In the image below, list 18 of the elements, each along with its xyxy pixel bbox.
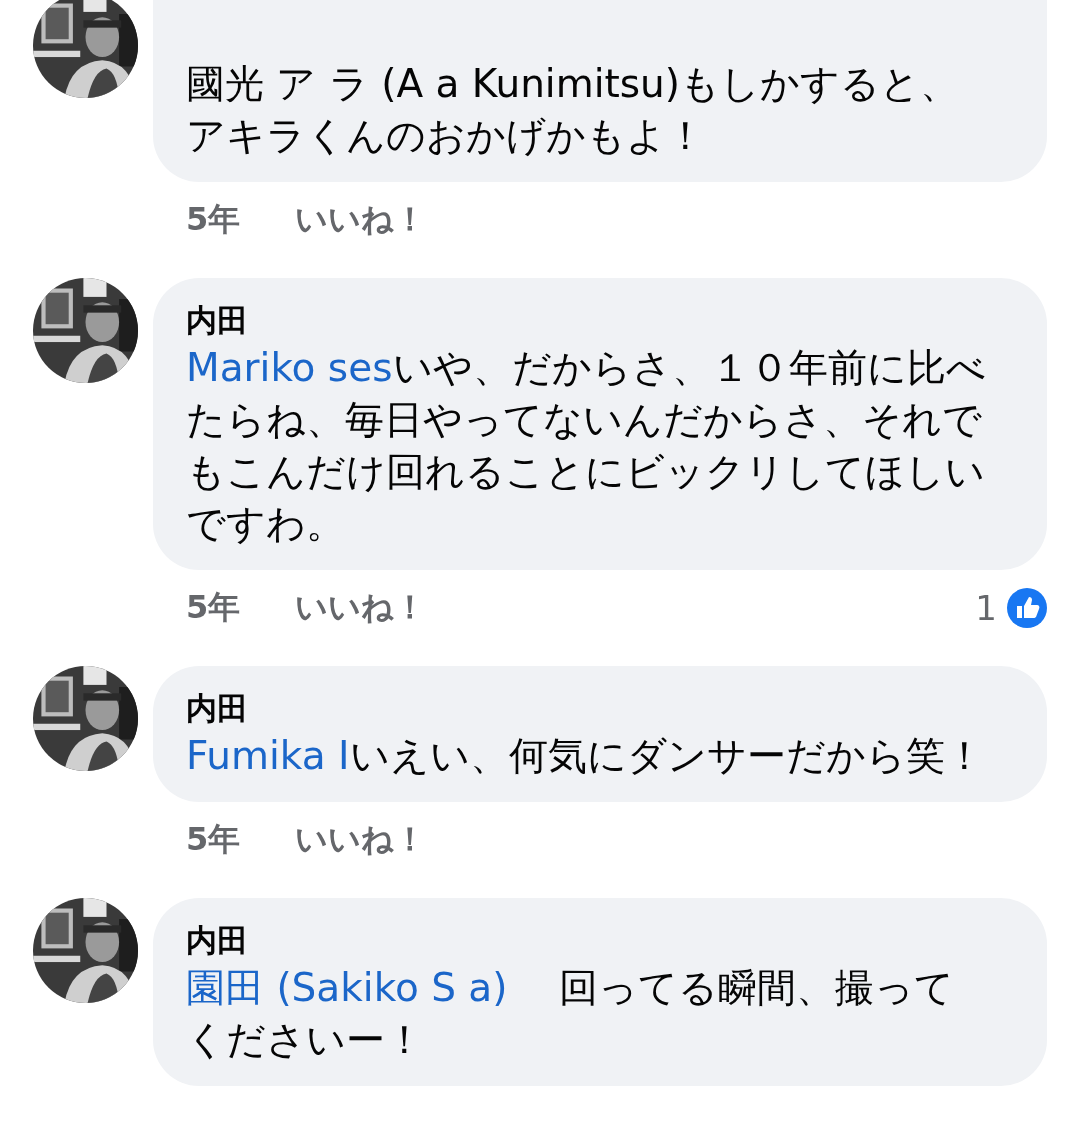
timestamp: 5年 <box>186 587 241 628</box>
timestamp: 5年 <box>186 819 241 860</box>
timestamp: 5年 <box>186 199 241 240</box>
author-name[interactable]: 内田 <box>186 918 987 962</box>
author-name[interactable]: 内田 <box>186 298 987 342</box>
reaction-count: 1 <box>975 588 997 628</box>
author-name[interactable]: 内田 <box>186 686 987 730</box>
mention-link[interactable]: 園田 (Sakiko S a) <box>186 965 508 1010</box>
thumbs-up-icon <box>1007 588 1047 628</box>
mention-link[interactable]: Fumika I <box>186 733 350 778</box>
like-link[interactable]: いいね！ <box>295 198 427 242</box>
like-link[interactable]: いいね！ <box>295 818 427 862</box>
mention-link[interactable]: Mariko ses <box>186 345 393 390</box>
comment-text: Mariko sesいや、だからさ、１０年前に比べたらね、毎日やってないんだからさ、それでもこんだけ回れることにビックリしてほしいですわ。 <box>186 344 987 548</box>
comment-text: 國光 ア ラ (A a Kunimitsu)もしかすると、アキラくんのおかげかもよ！ <box>186 60 961 160</box>
comment-text: Fumika Iいえい、何気にダンサーだから笑！ <box>186 732 985 780</box>
comment-text: 園田 (Sakiko S a) 回ってる瞬間、撮ってくださいー！ <box>186 964 955 1064</box>
like-link[interactable]: いいね！ <box>295 586 427 630</box>
